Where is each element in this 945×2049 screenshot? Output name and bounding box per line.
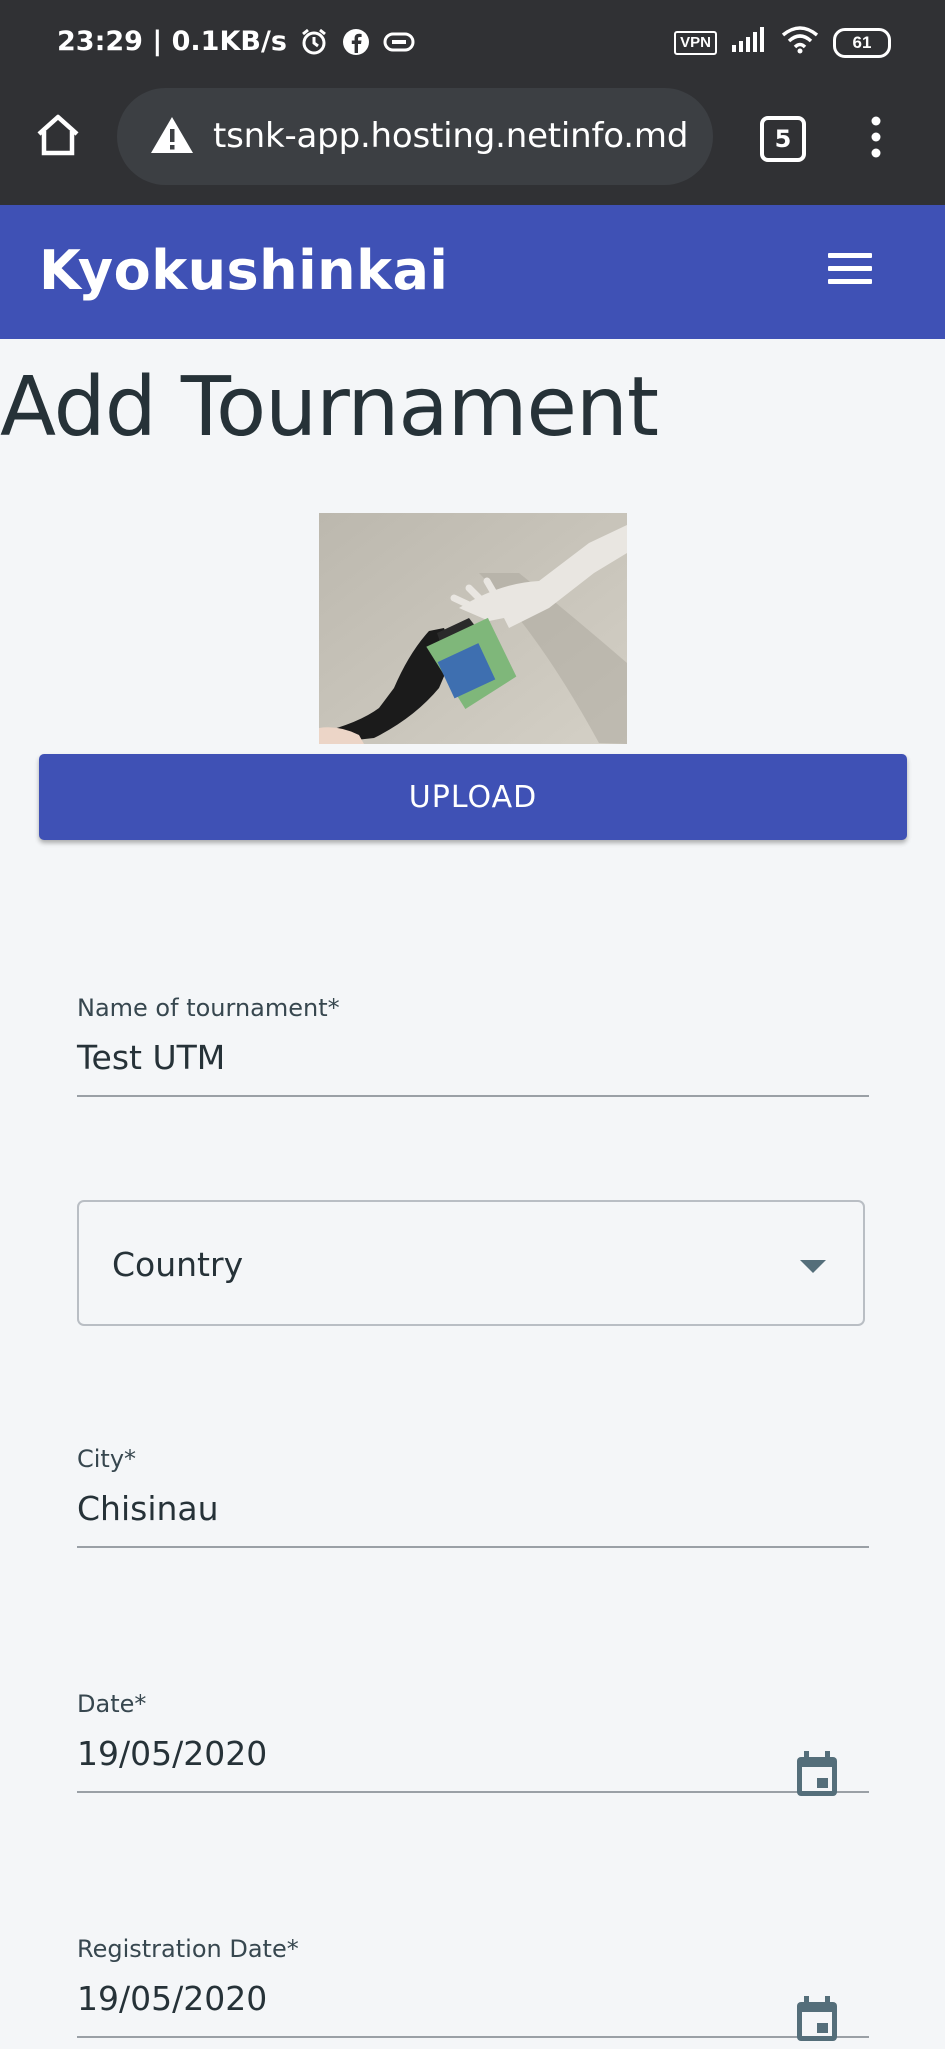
tab-switcher-button[interactable]: 5 [760,116,806,162]
battery-indicator: 61 [833,27,891,58]
name-of-tournament-field[interactable]: Name of tournament* Test UTM [77,994,869,1097]
address-bar[interactable]: tsnk-app.hosting.netinfo.md [117,88,713,185]
status-bar: 23:29 | 0.1KB/s VPN 61 [0,0,945,88]
registration-date-input[interactable]: 19/05/2020 [77,1979,869,2018]
country-select-label: Country [112,1245,244,1284]
calendar-icon[interactable] [794,1994,840,2049]
name-of-tournament-input[interactable]: Test UTM [77,1038,869,1077]
date-input[interactable]: 19/05/2020 [77,1734,869,1773]
city-input[interactable]: Chisinau [77,1489,869,1528]
city-label: City* [77,1445,137,1473]
field-underline [77,1546,869,1548]
upload-button[interactable]: UPLOAD [39,754,907,840]
registration-date-label: Registration Date* [77,1935,299,1963]
warning-icon[interactable] [149,114,195,161]
date-label: Date* [77,1690,147,1718]
city-field[interactable]: City* Chisinau [77,1445,869,1548]
url-text[interactable]: tsnk-app.hosting.netinfo.md [213,116,688,156]
field-underline [77,2036,869,2038]
home-icon[interactable] [34,113,82,162]
page-title: Add Tournament [0,360,659,455]
status-network-speed: 0.1KB/s [171,26,287,57]
menu-icon[interactable] [828,253,872,289]
field-underline [77,1791,869,1793]
status-left: 23:29 | 0.1KB/s [57,26,415,57]
status-time: 23:29 [57,26,143,57]
wifi-icon [781,26,819,59]
calendar-icon[interactable] [794,1749,840,1804]
name-of-tournament-label: Name of tournament* [77,994,340,1022]
facebook-icon [341,27,371,57]
app-title[interactable]: Kyokushinkai [39,239,448,302]
date-field[interactable]: Date* 19/05/2020 [77,1690,869,1796]
status-right: VPN 61 [674,26,891,59]
cast-icon [383,31,415,53]
vpn-badge: VPN [674,30,717,55]
signal-icon [731,27,767,58]
browser-toolbar: tsnk-app.hosting.netinfo.md 5 [0,88,945,205]
dropdown-arrow-icon[interactable] [800,1260,826,1273]
field-underline [77,1095,869,1097]
more-options-icon[interactable] [871,116,881,163]
registration-date-field[interactable]: Registration Date* 19/05/2020 [77,1935,869,2041]
app-bar: Kyokushinkai [0,205,945,339]
tournament-image-preview [319,513,627,744]
alarm-icon [299,27,329,57]
status-separator: | [142,26,172,57]
country-select[interactable]: Country [77,1200,865,1326]
